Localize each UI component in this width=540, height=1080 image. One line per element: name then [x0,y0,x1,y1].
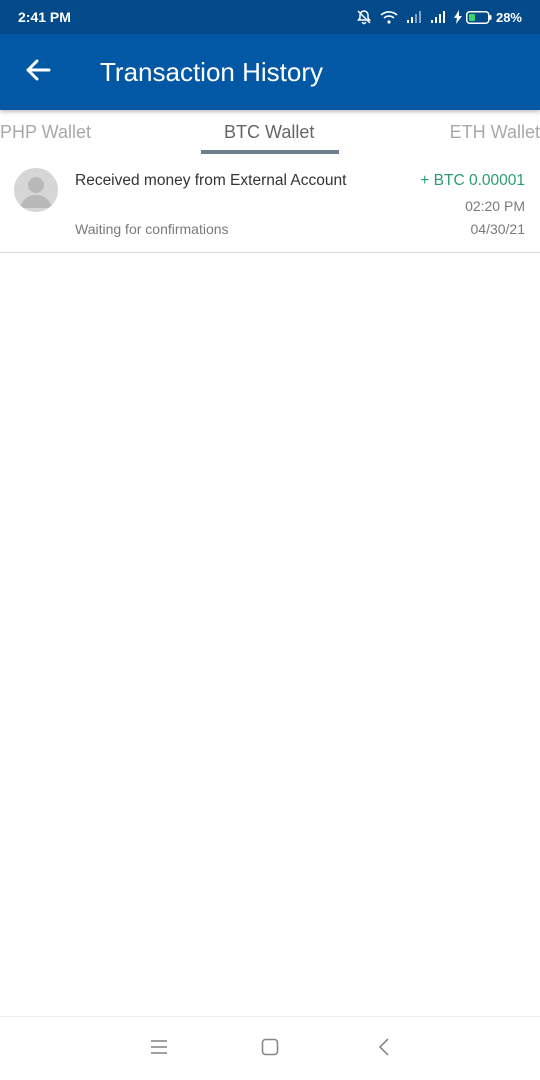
back-button[interactable] [14,48,62,96]
active-tab-indicator [201,150,339,154]
mute-icon [356,9,372,25]
home-button[interactable] [256,1037,284,1061]
transaction-description: Received money from External Account [75,172,347,189]
wifi-icon [380,10,398,24]
wallet-tabs: PHP Wallet BTC Wallet ETH Wallet [0,112,540,156]
transaction-time: 02:20 PM [465,198,525,214]
user-avatar-icon [14,168,58,212]
transaction-list: Received money from External Account + B… [0,160,540,253]
battery-icon [465,10,492,24]
battery-indicator: 28% [453,9,522,25]
signal-icon [406,11,422,23]
menu-button[interactable] [145,1037,173,1061]
menu-icon [150,1039,168,1060]
battery-percent: 28% [495,9,522,25]
transaction-amount: + BTC 0.00001 [420,172,525,189]
status-time: 2:41 PM [18,9,71,25]
status-bar: 2:41 PM 28% [0,0,540,34]
home-icon [261,1038,279,1061]
transaction-status: Waiting for confirmations [75,221,229,237]
transaction-row[interactable]: Received money from External Account + B… [0,160,540,253]
signal-icon [430,11,446,23]
page-title: Transaction History [100,56,323,87]
back-icon [378,1037,390,1061]
status-icons: 28% [356,9,522,25]
charging-icon [453,10,462,24]
tab-btc-wallet[interactable]: BTC Wallet [224,122,314,143]
tab-eth-wallet[interactable]: ETH Wallet [450,122,540,143]
system-nav-bar [0,1016,540,1080]
app-bar: Transaction History [0,34,540,110]
transaction-date: 04/30/21 [470,221,526,237]
system-back-button[interactable] [370,1037,398,1061]
tab-php-wallet[interactable]: PHP Wallet [0,122,91,143]
back-arrow-icon [25,59,51,86]
